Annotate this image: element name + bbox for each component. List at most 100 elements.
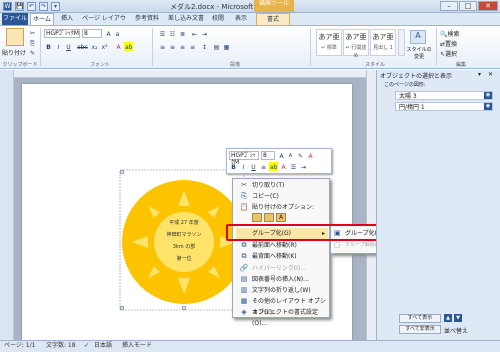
vertical-ruler[interactable]: [0, 70, 14, 340]
mini-italic-button[interactable]: I: [239, 162, 248, 171]
mini-highlight-icon[interactable]: ab: [269, 162, 278, 171]
tab-page-layout[interactable]: ページ レイアウト: [80, 13, 128, 34]
menu-item-send-to-back[interactable]: 最背面へ移動(K): [236, 251, 328, 262]
mini-size-combo[interactable]: 8: [261, 151, 275, 160]
customize-qat-icon[interactable]: ▾: [51, 2, 60, 11]
menu-item-format-object[interactable]: オブジェクトの書式設定(O)...: [236, 307, 328, 327]
sun-shape[interactable]: 平成 27 年度 神田町マラソン 3km の部 第一位: [118, 168, 246, 316]
shading-icon[interactable]: ▤: [212, 42, 221, 51]
pane-item-circle[interactable]: 円/楕円 1: [395, 102, 493, 111]
menu-item-bring-to-front[interactable]: 最前面へ移動(R): [236, 240, 328, 251]
menu-item-layout-options[interactable]: その他のレイアウト オプション(L)...: [236, 296, 328, 316]
subscript-button[interactable]: x₂: [90, 42, 99, 51]
status-language[interactable]: 日本語: [94, 341, 112, 351]
style-heading-1[interactable]: あア亜 見出し 1: [370, 29, 396, 56]
pane-dropdown-icon[interactable]: ▾: [478, 71, 481, 78]
style-normal[interactable]: あア亜 ↵ 標準: [316, 29, 342, 56]
save-icon[interactable]: 💾: [15, 2, 24, 11]
maximize-button[interactable]: □: [459, 1, 477, 11]
status-page[interactable]: ページ: 1/1: [4, 341, 35, 351]
horizontal-ruler[interactable]: [14, 70, 366, 78]
show-all-button[interactable]: すべて表示: [399, 314, 441, 323]
tab-view[interactable]: 表示: [230, 13, 252, 25]
mini-bullets-icon[interactable]: ☰: [289, 162, 298, 171]
align-center-icon[interactable]: ≡: [168, 42, 177, 51]
redo-icon[interactable]: ↷: [39, 2, 48, 11]
underline-button[interactable]: U: [64, 42, 73, 51]
undo-icon[interactable]: ↶: [27, 2, 36, 11]
strikethrough-button[interactable]: abc: [76, 42, 88, 51]
paste-option-merge-icon[interactable]: [264, 213, 274, 222]
copy-icon[interactable]: ⎘: [28, 38, 37, 47]
hide-all-button[interactable]: すべて非表示: [399, 325, 441, 334]
mini-underline-button[interactable]: U: [249, 162, 258, 171]
close-button[interactable]: ✕: [478, 1, 498, 11]
decrease-indent-icon[interactable]: ⇤: [190, 29, 199, 38]
menu-item-copy[interactable]: コピー(C): [236, 191, 328, 202]
line-spacing-icon[interactable]: ↕: [200, 42, 209, 51]
highlight-button[interactable]: ab: [124, 42, 133, 51]
mini-format-painter-icon[interactable]: ✎: [296, 151, 305, 160]
visibility-toggle-icon[interactable]: ◉: [484, 103, 492, 110]
increase-indent-icon[interactable]: ⇥: [200, 29, 209, 38]
paste-option-text-only-icon[interactable]: A: [276, 213, 286, 222]
font-name-combo[interactable]: HGPｺﾞｼｯｸM: [44, 29, 80, 38]
cut-icon[interactable]: ✂: [28, 28, 37, 37]
pane-item-sun[interactable]: 太陽 3: [395, 91, 493, 100]
tab-home[interactable]: ホーム: [30, 13, 54, 25]
mini-text-color-icon[interactable]: A: [279, 162, 288, 171]
font-size-combo[interactable]: 8: [82, 29, 102, 38]
menu-item-insert-caption[interactable]: 図表番号の挿入(N)...: [236, 274, 328, 285]
mini-grow-font-icon[interactable]: A: [277, 151, 286, 160]
resize-handle[interactable]: [119, 305, 125, 311]
mini-indent-icon[interactable]: ⇥: [299, 162, 308, 171]
align-left-icon[interactable]: ≡: [158, 42, 167, 51]
numbering-icon[interactable]: ☷: [168, 29, 177, 38]
find-button[interactable]: 🔍検索: [440, 29, 460, 38]
move-up-icon[interactable]: ▲: [444, 314, 452, 322]
paste-icon[interactable]: [6, 28, 24, 46]
borders-icon[interactable]: ▦: [222, 42, 231, 51]
tab-insert[interactable]: 挿入: [56, 13, 78, 25]
tab-file[interactable]: ファイル: [2, 13, 28, 25]
tab-references[interactable]: 参考資料: [130, 13, 164, 25]
move-down-icon[interactable]: ▼: [454, 314, 462, 322]
bold-button[interactable]: B: [44, 42, 53, 51]
mini-font-color-icon[interactable]: A: [306, 151, 315, 160]
tab-review[interactable]: 校閲: [208, 13, 228, 25]
menu-item-wrap-text[interactable]: 文字列の折り返し(W): [236, 285, 328, 296]
tab-format[interactable]: 書式: [256, 13, 290, 25]
mini-align-center-icon[interactable]: ≡: [259, 162, 268, 171]
mini-bold-button[interactable]: B: [229, 162, 238, 171]
bullets-icon[interactable]: ☰: [158, 29, 167, 38]
superscript-button[interactable]: x²: [100, 42, 109, 51]
change-styles-label[interactable]: スタイルの変更: [406, 46, 432, 60]
multilevel-list-icon[interactable]: ≣: [178, 29, 187, 38]
select-button[interactable]: ↖選択: [440, 49, 457, 58]
italic-button[interactable]: I: [54, 42, 63, 51]
word-app-icon[interactable]: W: [3, 2, 12, 11]
shrink-font-icon[interactable]: a: [113, 29, 122, 38]
proofing-icon[interactable]: ✓: [84, 341, 89, 351]
format-painter-icon[interactable]: ✎: [28, 48, 37, 57]
resize-handle[interactable]: [119, 169, 125, 175]
font-color-button[interactable]: A: [114, 42, 123, 51]
mini-shrink-font-icon[interactable]: A: [286, 151, 295, 160]
vertical-scrollbar[interactable]: [366, 70, 376, 340]
status-word-count[interactable]: 文字数: 18: [46, 341, 76, 351]
pane-close-icon[interactable]: ✕: [488, 71, 493, 78]
status-insert-mode[interactable]: 挿入モード: [122, 341, 152, 351]
grow-font-icon[interactable]: A: [104, 29, 113, 38]
tab-mailings[interactable]: 差し込み文書: [166, 13, 206, 25]
style-no-spacing[interactable]: あア亜 ↵ 行間詰め: [343, 29, 369, 59]
mini-font-combo[interactable]: HGPｺﾞｼｯｸM: [229, 151, 259, 166]
change-styles-icon[interactable]: A: [410, 30, 426, 44]
resize-handle[interactable]: [181, 305, 187, 311]
justify-icon[interactable]: ≡: [188, 42, 197, 51]
visibility-toggle-icon[interactable]: ◉: [484, 92, 492, 99]
align-right-icon[interactable]: ≡: [178, 42, 187, 51]
replace-button[interactable]: ⇄置換: [440, 39, 457, 48]
paste-option-keep-source-icon[interactable]: [252, 213, 262, 222]
paste-button-label[interactable]: 貼り付け: [2, 48, 26, 57]
minimize-button[interactable]: –: [440, 1, 458, 11]
